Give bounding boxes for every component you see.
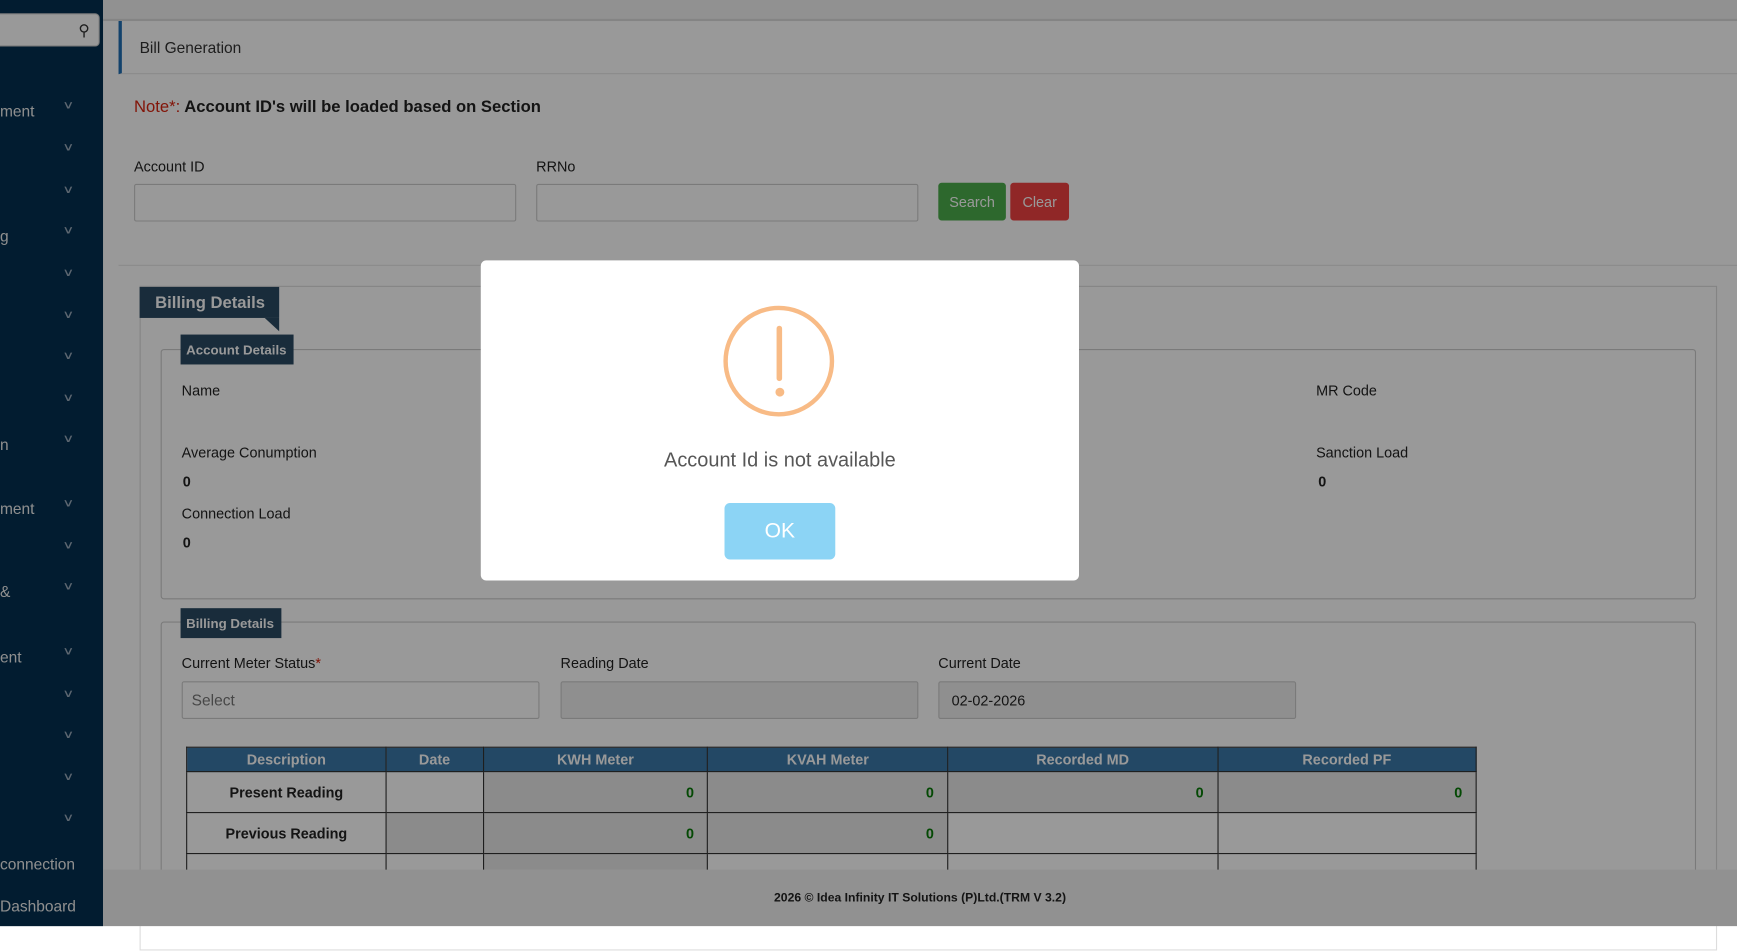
alert-dialog: Account Id is not available OK: [480, 260, 1079, 581]
warning-icon: [723, 305, 835, 417]
ok-button[interactable]: OK: [724, 502, 836, 560]
alert-message: Account Id is not available: [664, 448, 896, 471]
